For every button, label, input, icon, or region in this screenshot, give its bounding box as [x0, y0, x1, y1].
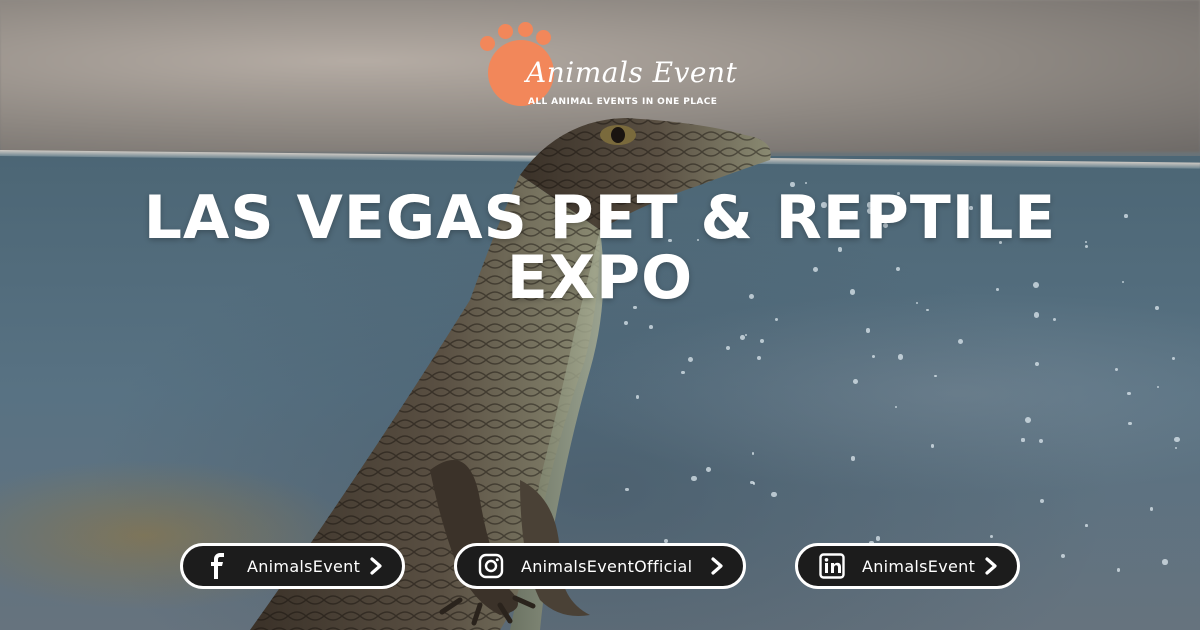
linkedin-link[interactable]: AnimalsEvent	[795, 543, 1020, 589]
instagram-handle: AnimalsEventOfficial	[521, 556, 693, 576]
linkedin-icon	[818, 552, 846, 580]
paw-toe	[518, 22, 533, 37]
logo-brand: Animals Event	[526, 56, 738, 89]
facebook-icon	[203, 552, 231, 580]
event-title-line-1: LAS VEGAS PET & REPTILE	[143, 183, 1057, 253]
chevron-right-icon	[366, 556, 386, 576]
instagram-icon	[477, 552, 505, 580]
event-title-line-2: EXPO	[506, 243, 694, 313]
chevron-right-icon	[981, 556, 1001, 576]
paw-toe	[480, 36, 495, 51]
instagram-link[interactable]: AnimalsEventOfficial	[454, 543, 746, 589]
linkedin-handle: AnimalsEvent	[862, 556, 976, 576]
event-title: LAS VEGAS PET & REPTILE EXPO	[100, 188, 1100, 308]
paw-toe	[536, 30, 551, 45]
logo-tagline: ALL ANIMAL EVENTS IN ONE PLACE	[528, 97, 718, 107]
chevron-right-icon	[707, 556, 727, 576]
banner: Animals Event ALL ANIMAL EVENTS IN ONE P…	[0, 0, 1200, 630]
logo: Animals Event ALL ANIMAL EVENTS IN ONE P…	[476, 22, 737, 114]
paw-toe	[498, 24, 513, 39]
facebook-link[interactable]: AnimalsEvent	[180, 543, 405, 589]
facebook-handle: AnimalsEvent	[247, 556, 361, 576]
